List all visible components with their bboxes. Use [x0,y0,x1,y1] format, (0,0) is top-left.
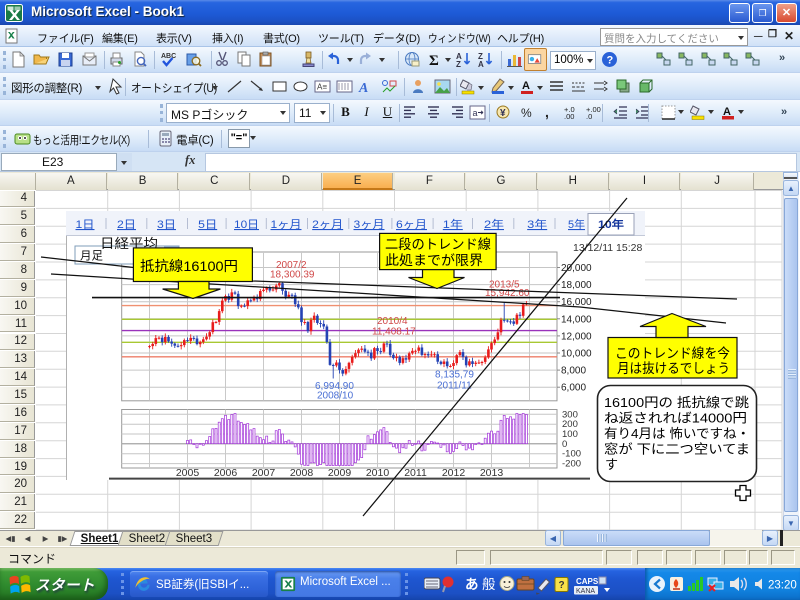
svg-text:16100円の 抵抗線で跳: 16100円の 抵抗線で跳 [604,395,749,410]
svg-text:窓が 下に二つ空いてま: 窓が 下に二つ空いてま [604,442,750,457]
svg-text:CAPS: CAPS [576,577,599,586]
svg-text:月は抜けるでしょう: 月は抜けるでしょう [617,361,730,376]
svg-text:す: す [605,457,618,472]
svg-text:23:20: 23:20 [768,580,797,592]
svg-text:KANA: KANA [576,588,595,595]
svg-text:有り4月は 怖いですね・: 有り4月は 怖いですね・ [604,426,750,441]
svg-text:般: 般 [482,577,496,592]
svg-text:此処までが限界: 此処までが限界 [385,253,483,268]
svg-text:抵抗線16100円: 抵抗線16100円 [140,258,238,274]
svg-text:このトレンド線を今: このトレンド線を今 [615,346,730,361]
svg-text:あ: あ [465,577,479,592]
svg-text:?: ? [559,580,565,591]
svg-text:ね返されれば14000円: ね返されれば14000円 [604,411,747,426]
svg-text:二段のトレンド線: 二段のトレンド線 [385,237,491,252]
